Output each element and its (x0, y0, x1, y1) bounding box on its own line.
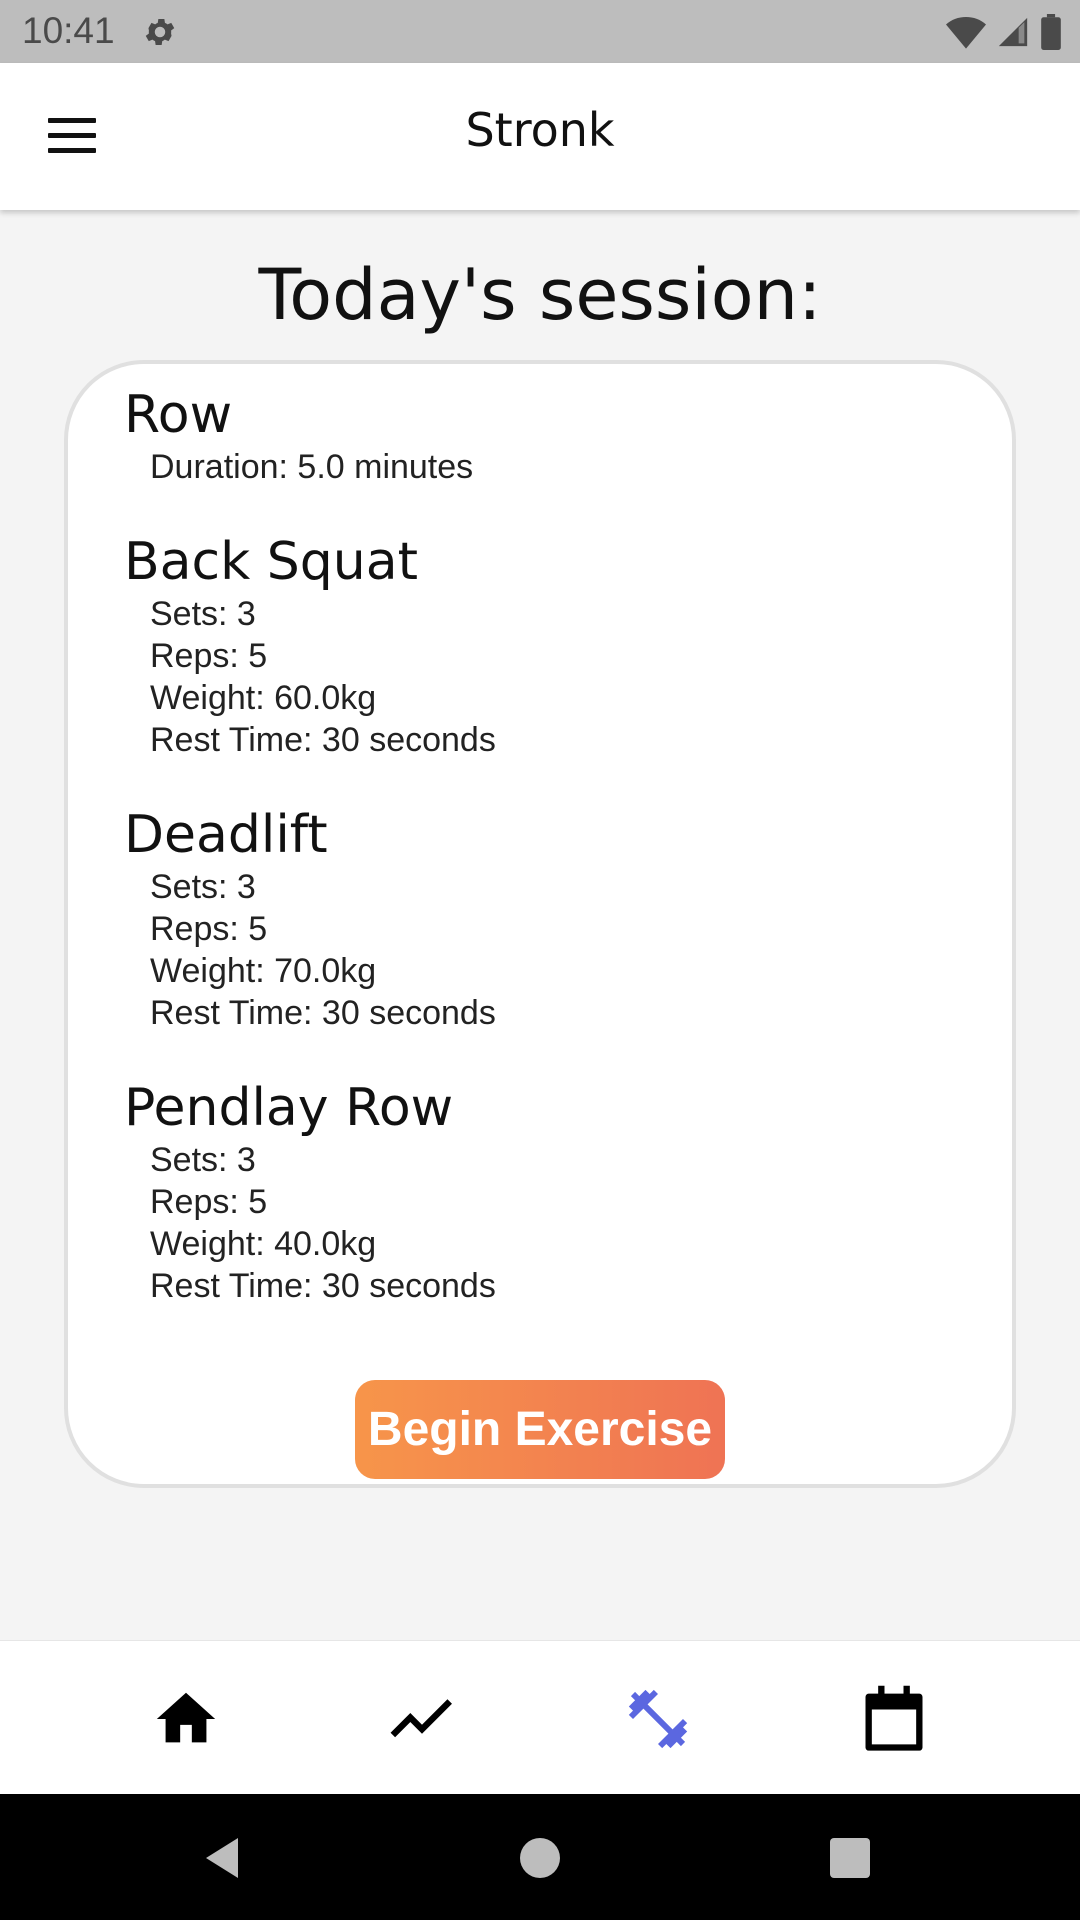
exercise-detail: Rest Time: 30 seconds (150, 994, 496, 1032)
session-card: Row Duration: 5.0 minutes Back Squat Set… (64, 360, 1016, 1488)
home-icon (156, 1692, 216, 1743)
nav-progress[interactable] (384, 1681, 460, 1757)
bottom-nav (0, 1640, 1080, 1794)
exercise-detail: Reps: 5 (150, 637, 268, 675)
exercise-detail: Weight: 40.0kg (150, 1225, 377, 1263)
main-content: Today's session: Row Duration: 5.0 minut… (0, 210, 1080, 1640)
back-icon[interactable] (200, 1834, 248, 1882)
nav-calendar[interactable] (856, 1681, 932, 1757)
exercise-item: Deadlift Sets: 3 Reps: 5 Weight: 70.0kg … (124, 804, 496, 1034)
trending-icon (390, 1699, 452, 1738)
status-bar: 10:41 (0, 0, 1080, 63)
status-time: 10:41 (22, 10, 115, 51)
battery-icon (1041, 14, 1061, 50)
calendar-icon (865, 1685, 923, 1751)
home-circle-icon[interactable] (516, 1834, 564, 1882)
fitness-icon (628, 1689, 688, 1749)
exercise-item: Row Duration: 5.0 minutes (124, 384, 473, 488)
exercise-detail: Duration: 5.0 minutes (150, 448, 474, 486)
nav-home[interactable] (148, 1681, 224, 1757)
exercise-item: Pendlay Row Sets: 3 Reps: 5 Weight: 40.0… (124, 1077, 496, 1307)
exercise-detail: Weight: 60.0kg (150, 679, 377, 717)
begin-exercise-button[interactable]: Begin Exercise (355, 1380, 725, 1479)
system-nav-bar (0, 1794, 1080, 1920)
recents-icon[interactable] (826, 1834, 874, 1882)
exercise-detail: Rest Time: 30 seconds (150, 1267, 496, 1305)
exercise-detail: Sets: 3 (150, 1141, 256, 1179)
exercise-detail: Reps: 5 (150, 910, 268, 948)
exercise-name: Deadlift (124, 805, 328, 865)
settings-icon (145, 18, 175, 46)
exercise-name: Back Squat (124, 532, 418, 592)
app-title: Stronk (465, 103, 615, 157)
exercise-detail: Sets: 3 (150, 868, 256, 906)
exercise-item: Back Squat Sets: 3 Reps: 5 Weight: 60.0k… (124, 531, 496, 761)
status-icons (946, 12, 1062, 52)
page-title: Today's session: (258, 254, 822, 336)
nav-workout[interactable] (620, 1681, 696, 1757)
exercise-detail: Sets: 3 (150, 595, 256, 633)
exercise-detail: Weight: 70.0kg (150, 952, 377, 990)
exercise-name: Row (124, 385, 233, 445)
exercise-name: Pendlay Row (124, 1078, 454, 1138)
exercise-detail: Rest Time: 30 seconds (150, 721, 496, 759)
app-bar: Stronk (0, 63, 1080, 210)
signal-icon (998, 17, 1028, 47)
wifi-icon (946, 17, 986, 49)
exercise-detail: Reps: 5 (150, 1183, 268, 1221)
